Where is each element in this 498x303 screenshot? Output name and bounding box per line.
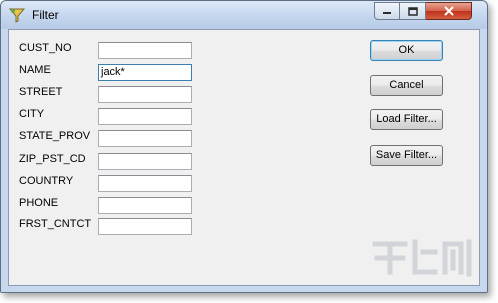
field-label-street: STREET <box>19 86 63 98</box>
street-input[interactable] <box>98 86 192 103</box>
close-icon <box>443 6 454 16</box>
state-prov-input[interactable] <box>98 130 192 147</box>
frst-cntct-input[interactable] <box>98 218 192 235</box>
minimize-icon <box>383 12 391 14</box>
maximize-button[interactable] <box>400 2 426 20</box>
ok-button[interactable]: OK <box>370 40 443 61</box>
close-button[interactable] <box>426 2 472 20</box>
field-label-phone: PHONE <box>19 197 59 209</box>
country-input[interactable] <box>98 175 192 192</box>
save-filter-button[interactable]: Save Filter... <box>370 145 443 166</box>
watermark-logo <box>372 239 472 277</box>
field-label-country: COUNTRY <box>19 175 74 187</box>
minimize-button[interactable] <box>374 2 400 20</box>
cancel-button[interactable]: Cancel <box>370 75 443 96</box>
field-label-zip-pst-cd: ZIP_PST_CD <box>19 153 86 165</box>
window-title: Filter <box>32 8 59 22</box>
field-label-state-prov: STATE_PROV <box>19 130 91 142</box>
field-label-frst-cntct: FRST_CNTCT <box>19 218 92 230</box>
zip-pst-cd-input[interactable] <box>98 153 192 170</box>
load-filter-button[interactable]: Load Filter... <box>370 109 443 130</box>
maximize-icon <box>407 6 418 16</box>
phone-input[interactable] <box>98 197 192 214</box>
city-input[interactable] <box>98 108 192 125</box>
title-bar[interactable]: Filter <box>1 1 487 29</box>
name-input[interactable]: jack* <box>98 64 192 81</box>
cust-no-input[interactable] <box>98 42 192 59</box>
field-label-city: CITY <box>19 108 45 120</box>
field-label-cust-no: CUST_NO <box>19 42 72 54</box>
filter-funnel-icon <box>8 8 26 23</box>
field-label-name: NAME <box>19 64 51 76</box>
